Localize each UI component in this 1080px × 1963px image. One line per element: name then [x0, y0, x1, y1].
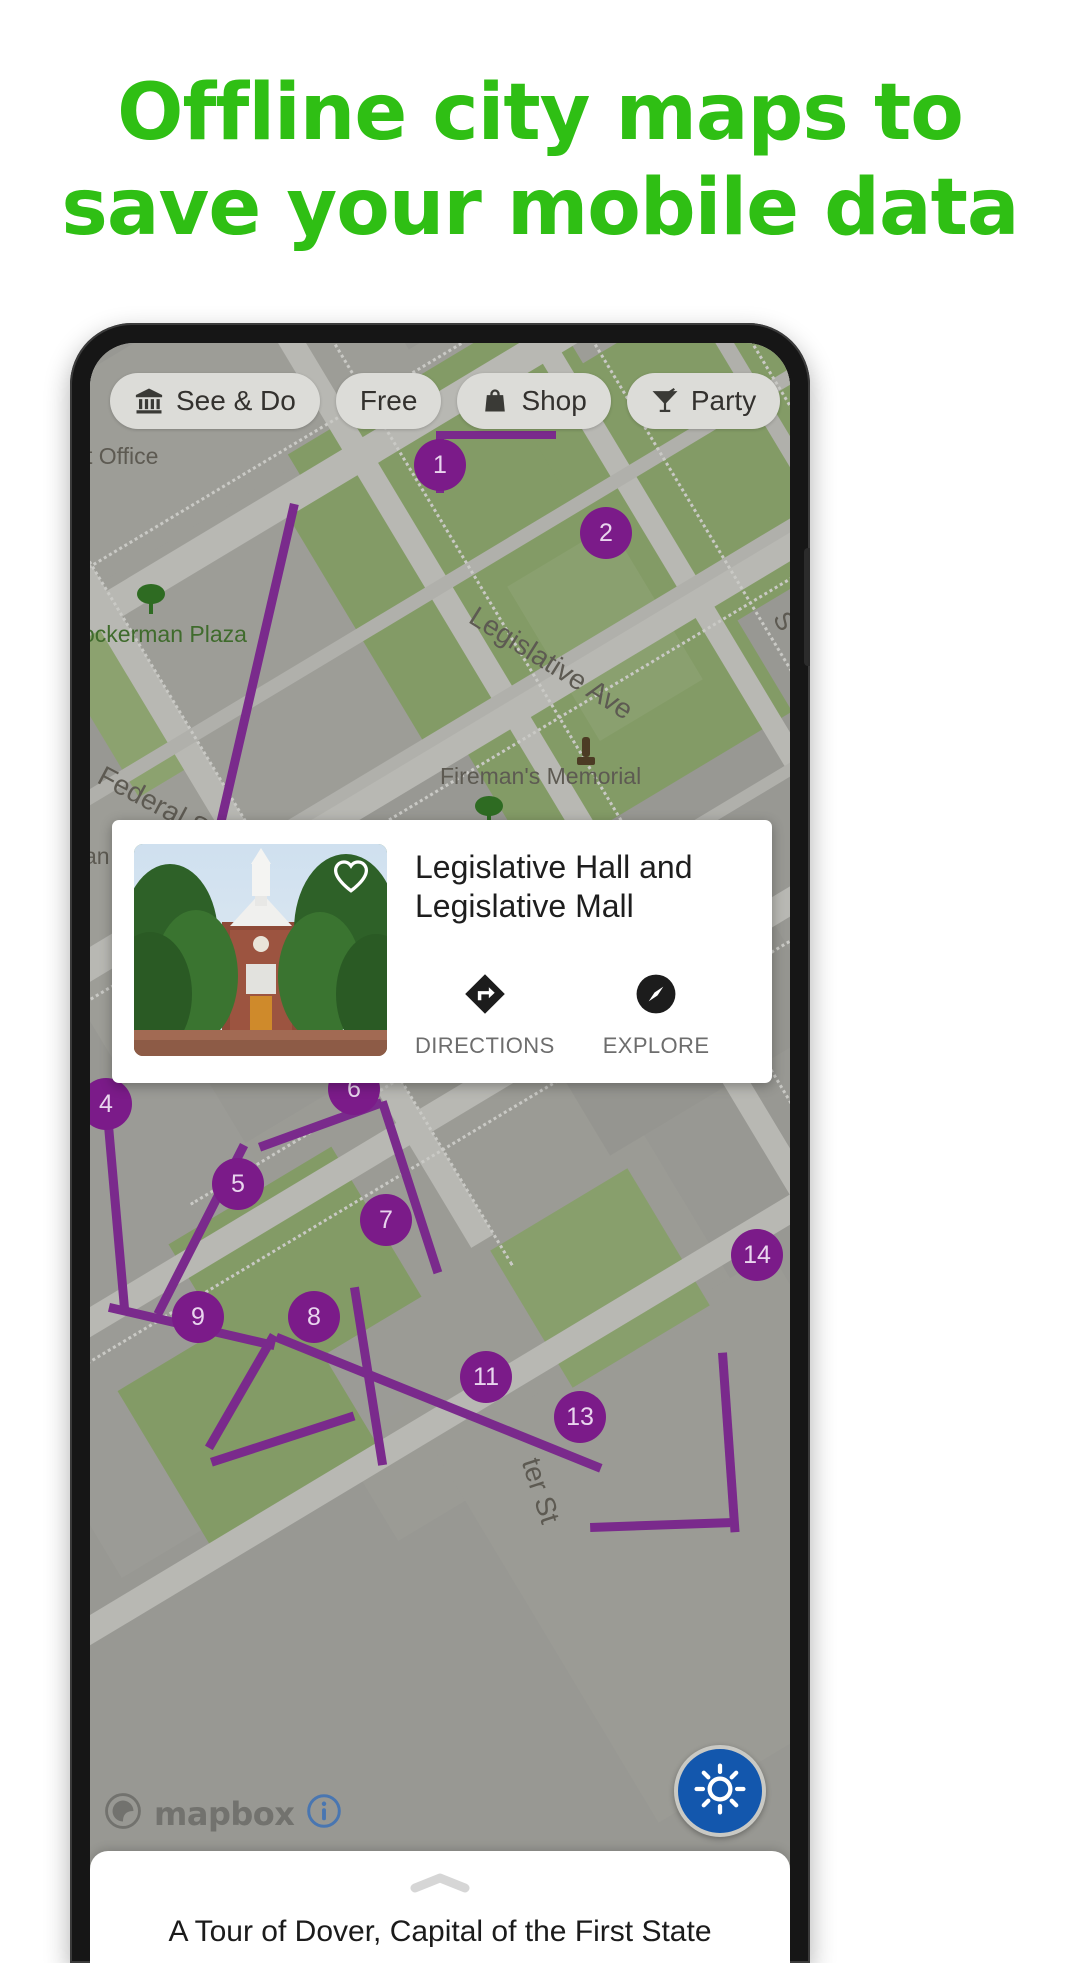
tree-icon [134, 581, 168, 622]
heart-icon[interactable] [331, 858, 371, 899]
poi-action-row[interactable]: DIRECTIONS EXPLORE [415, 972, 750, 1059]
poi-thumbnail[interactable] [134, 844, 387, 1056]
promo-headline: Offline city maps to save your mobile da… [0, 0, 1080, 256]
explore-label: EXPLORE [602, 1033, 710, 1059]
chevron-up-icon[interactable] [409, 1873, 471, 1893]
map-marker[interactable]: 9 [172, 1291, 224, 1343]
map-marker[interactable]: 11 [460, 1351, 512, 1403]
filter-chip-label: Party [690, 385, 757, 416]
poi-title: Legislative Hall and Legislative Mall [415, 849, 693, 925]
map-marker[interactable]: 13 [554, 1391, 606, 1443]
map-attribution[interactable]: mapbox [104, 1792, 342, 1835]
filter-chip-label: Free [359, 385, 418, 416]
mapbox-wordmark: mapbox [154, 1794, 295, 1833]
map-canvas[interactable]: t Office ockerman Plaza Federal St Legis… [90, 343, 790, 1963]
bottom-sheet[interactable]: A Tour of Dover, Capital of the First St… [90, 1851, 790, 1963]
map-marker[interactable]: 7 [360, 1194, 412, 1246]
map-label-firemans-memorial: Fireman's Memorial [440, 763, 642, 789]
map-marker[interactable]: 14 [731, 1229, 783, 1281]
filter-chip-party[interactable]: Party [626, 373, 781, 429]
headline-line-1: Offline city maps to [117, 68, 964, 158]
museum-icon [134, 386, 164, 416]
filter-chip-free[interactable]: Free [335, 373, 442, 429]
filter-chip-see-and-do[interactable]: See & Do [110, 373, 320, 429]
shopping-bag-icon [481, 386, 509, 416]
map-marker[interactable]: 5 [212, 1158, 264, 1210]
bottom-sheet-title: A Tour of Dover, Capital of the First St… [168, 1915, 712, 1948]
phone-mockup: t Office ockerman Plaza Federal St Legis… [70, 323, 810, 1963]
filter-chip-row[interactable]: See & Do Free Shop Party [110, 373, 790, 429]
filter-chip-label: See & Do [176, 385, 296, 416]
headline-line-2: save your mobile data [61, 163, 1019, 254]
phone-screen: t Office ockerman Plaza Federal St Legis… [90, 343, 790, 1963]
poi-card-body: Legislative Hall and Legislative Mall DI… [415, 844, 750, 1059]
poi-info-card[interactable]: Legislative Hall and Legislative Mall DI… [112, 820, 772, 1084]
directions-button[interactable]: DIRECTIONS [415, 972, 555, 1059]
map-label-post-office: t Office [90, 443, 159, 469]
locate-icon [693, 1762, 747, 1821]
map-marker[interactable]: 1 [414, 439, 466, 491]
cocktail-icon [651, 386, 679, 416]
map-marker[interactable]: 2 [580, 507, 632, 559]
explore-button[interactable]: EXPLORE [603, 972, 710, 1059]
mapbox-logo-icon [104, 1792, 142, 1835]
map-marker[interactable]: 8 [288, 1291, 340, 1343]
info-icon[interactable] [306, 1793, 342, 1834]
filter-chip-label: Shop [521, 385, 587, 416]
map-label-hockerman-plaza: ockerman Plaza [90, 621, 247, 647]
compass-icon [634, 972, 678, 1021]
directions-label: DIRECTIONS [415, 1033, 555, 1059]
directions-icon [463, 972, 507, 1021]
locate-button[interactable] [674, 1745, 766, 1837]
filter-chip-shop[interactable]: Shop [457, 373, 611, 429]
